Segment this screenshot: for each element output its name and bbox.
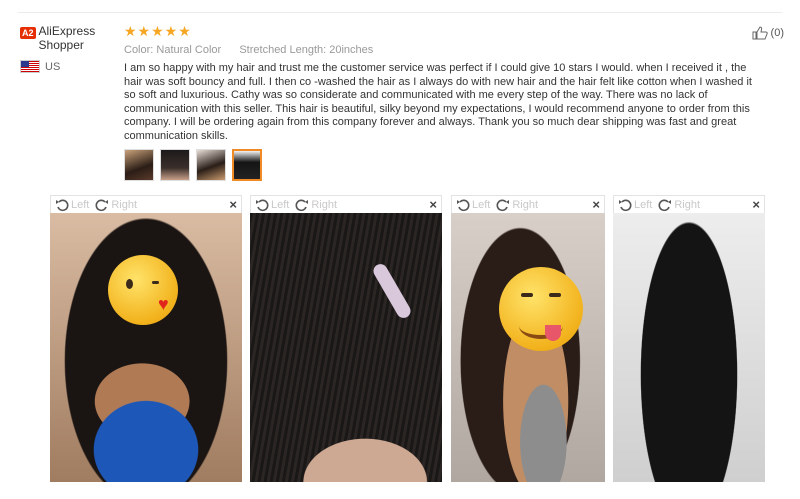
review-content: ★★★★★ Color: Natural Color Stretched Len… xyxy=(124,24,780,181)
rotate-left-label: Left xyxy=(271,198,290,211)
country-code: US xyxy=(45,60,61,73)
review-photo xyxy=(250,213,442,482)
reviewer-name: AliExpress Shopper xyxy=(38,24,96,52)
photo-thumbnails xyxy=(124,149,780,181)
viewer-toolbar: Left Right × xyxy=(613,195,765,213)
reviewer-country: US xyxy=(20,60,120,73)
length-label: Stretched Length: xyxy=(239,44,327,56)
color-value: Natural Color xyxy=(156,44,222,56)
rotate-right-button[interactable]: Right xyxy=(496,198,538,212)
reviewer-info: A2 AliExpress Shopper US xyxy=(20,24,120,73)
kiss-emoji-icon: ♥ xyxy=(108,255,178,325)
top-divider xyxy=(18,12,782,13)
rotate-left-button[interactable]: Left xyxy=(456,198,490,212)
photo-thumbnail[interactable] xyxy=(160,149,190,181)
rotate-right-label: Right xyxy=(512,198,539,211)
review-photo: ♥ xyxy=(50,213,242,482)
close-icon[interactable]: × xyxy=(229,197,237,212)
rotate-left-button[interactable]: Left xyxy=(255,198,289,212)
photo-viewer: Left Right × xyxy=(613,195,765,482)
rotate-right-label: Right xyxy=(111,198,138,211)
star-rating: ★★★★★ xyxy=(124,23,192,39)
us-flag-icon xyxy=(20,60,40,73)
close-icon[interactable]: × xyxy=(752,197,760,212)
photo-thumbnail-selected[interactable] xyxy=(232,149,262,181)
rotate-left-button[interactable]: Left xyxy=(618,198,652,212)
rotate-left-button[interactable]: Left xyxy=(55,198,89,212)
product-attributes: Color: Natural Color Stretched Length: 2… xyxy=(124,44,780,56)
viewer-toolbar: Left Right × xyxy=(451,195,605,213)
rotate-left-icon xyxy=(619,199,632,211)
level-badge: A2 xyxy=(20,27,36,39)
photo-thumbnail[interactable] xyxy=(124,149,154,181)
close-icon[interactable]: × xyxy=(429,197,437,212)
close-icon[interactable]: × xyxy=(592,197,600,212)
viewer-toolbar: Left Right × xyxy=(50,195,242,213)
photo-thumbnail[interactable] xyxy=(196,149,226,181)
rotate-right-button[interactable]: Right xyxy=(295,198,337,212)
thumbs-up-icon xyxy=(752,26,768,40)
tongue-emoji-icon xyxy=(499,267,583,351)
rotate-right-label: Right xyxy=(311,198,338,211)
photo-viewer: Left Right × xyxy=(250,195,442,482)
rotate-right-icon xyxy=(496,199,510,211)
review-photo xyxy=(451,213,605,482)
rotate-right-button[interactable]: Right xyxy=(658,198,700,212)
helpful-button[interactable]: (0) xyxy=(752,26,784,40)
rotate-right-label: Right xyxy=(674,198,701,211)
length-value: 20inches xyxy=(329,44,374,56)
rotate-left-label: Left xyxy=(634,198,653,211)
rotate-left-label: Left xyxy=(71,198,90,211)
helpful-count: (0) xyxy=(770,27,784,39)
rotate-right-icon xyxy=(658,199,672,211)
photo-viewer: Left Right × xyxy=(451,195,605,482)
rotate-left-icon xyxy=(256,199,269,211)
rotate-left-label: Left xyxy=(472,198,491,211)
viewer-toolbar: Left Right × xyxy=(250,195,442,213)
photo-viewer: Left Right × ♥ xyxy=(50,195,242,482)
color-label: Color: xyxy=(124,44,154,56)
rotate-left-icon xyxy=(56,199,69,211)
review-text: I am so happy with my hair and trust me … xyxy=(124,62,752,142)
rotate-left-icon xyxy=(457,199,470,211)
review-photo xyxy=(613,213,765,482)
rotate-right-icon xyxy=(95,199,109,211)
rotate-right-button[interactable]: Right xyxy=(95,198,137,212)
rotate-right-icon xyxy=(295,199,309,211)
